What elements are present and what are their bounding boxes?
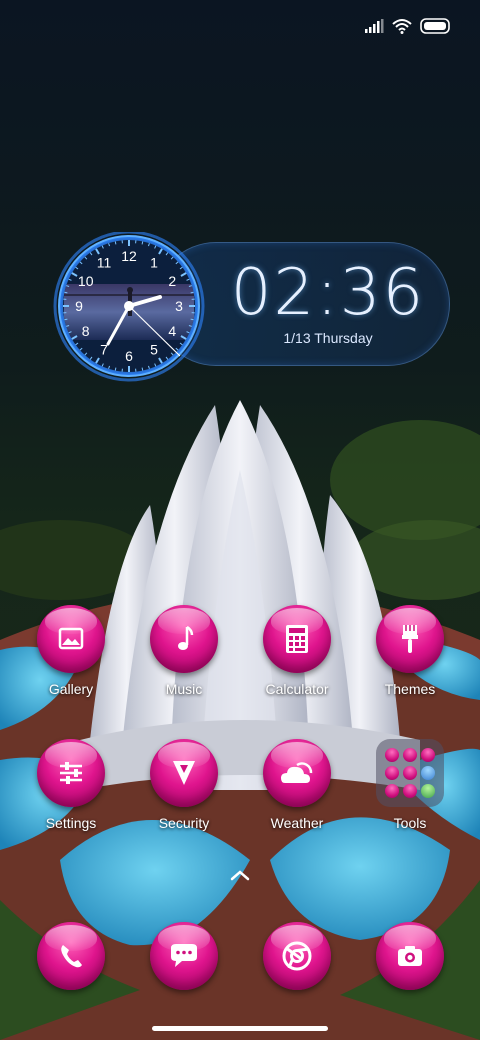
dial-number: 1 [150,255,158,271]
app-drawer-arrow-icon[interactable] [229,868,251,882]
app-music[interactable]: Music [134,605,234,715]
gallery-icon [58,627,84,650]
dial-tick [114,367,117,371]
app-label: Themes [384,681,436,697]
app-weather-bubble [263,739,331,807]
app-themes[interactable]: Themes [360,605,460,715]
dial-tick [190,291,194,294]
app-gallery[interactable]: Gallery [21,605,121,715]
dock-phone[interactable] [21,922,121,1032]
signal-icon [365,19,384,33]
dial-number: 8 [82,323,90,339]
dock-browser[interactable] [247,922,347,1032]
home-indicator[interactable] [152,1026,328,1031]
app-label: Calculator [265,681,329,697]
dial-tick [64,291,68,294]
app-label: Music [165,681,203,697]
camera-icon [398,946,422,966]
wifi-icon [392,19,412,34]
dock-messages[interactable] [134,922,234,1032]
digital-date: 1/13 Thursday [283,330,373,346]
clock-widget[interactable]: 02:36 1/13 Thursday 12 1 2 3 4 5 6 7 8 9 10 11 [44,232,450,382]
app-label: Tools [393,815,427,831]
app-weather[interactable]: Weather [247,739,347,849]
dial-number: 3 [175,298,183,314]
dial-number: 9 [75,298,83,314]
app-label: Weather [270,815,324,831]
app-label: Security [158,815,210,831]
dial-tick [190,318,194,321]
dial-number: 4 [168,323,176,339]
calculator-icon [286,625,308,653]
dial-tick [141,241,144,245]
dock-camera-bubble [376,922,444,990]
digital-time: 02:36 [230,256,426,330]
cloud-sun-icon [281,762,313,783]
dial-number: 2 [168,273,176,289]
app-security-bubble [150,739,218,807]
paintbrush-icon [402,625,418,653]
app-gallery-bubble [37,605,105,673]
browser-icon [282,941,312,971]
dial-number: 5 [150,341,158,357]
app-calculator-bubble [263,605,331,673]
app-security[interactable]: Security [134,739,234,849]
app-themes-bubble [376,605,444,673]
analog-clock[interactable]: 12 1234567891011 [44,232,214,382]
app-label: Gallery [48,681,94,697]
wallpaper [0,0,480,1040]
dock-messages-bubble [150,922,218,990]
app-calculator[interactable]: Calculator [247,605,347,715]
status-bar [364,18,450,34]
folder-icon [376,739,444,807]
app-music-bubble [150,605,218,673]
battery-icon [420,18,450,34]
dial-number: 11 [97,255,112,271]
dial-number: 12 [121,248,137,264]
music-note-icon [178,625,194,650]
phone-icon [61,945,82,968]
dial-tick [114,241,117,245]
dial-number: 10 [78,273,94,289]
dock-browser-bubble [263,922,331,990]
app-label: Settings [45,815,97,831]
app-settings-bubble [37,739,105,807]
app-tools-folder[interactable]: Tools [360,739,460,849]
clock-center [124,301,134,311]
message-icon [171,944,197,967]
dial-number: 6 [125,348,133,364]
sliders-icon [60,762,82,784]
dial-tick [64,318,68,321]
shield-icon [173,761,195,785]
dial-tick [141,367,144,371]
app-settings[interactable]: Settings [21,739,121,849]
dock-camera[interactable] [360,922,460,1032]
dock-phone-bubble [37,922,105,990]
